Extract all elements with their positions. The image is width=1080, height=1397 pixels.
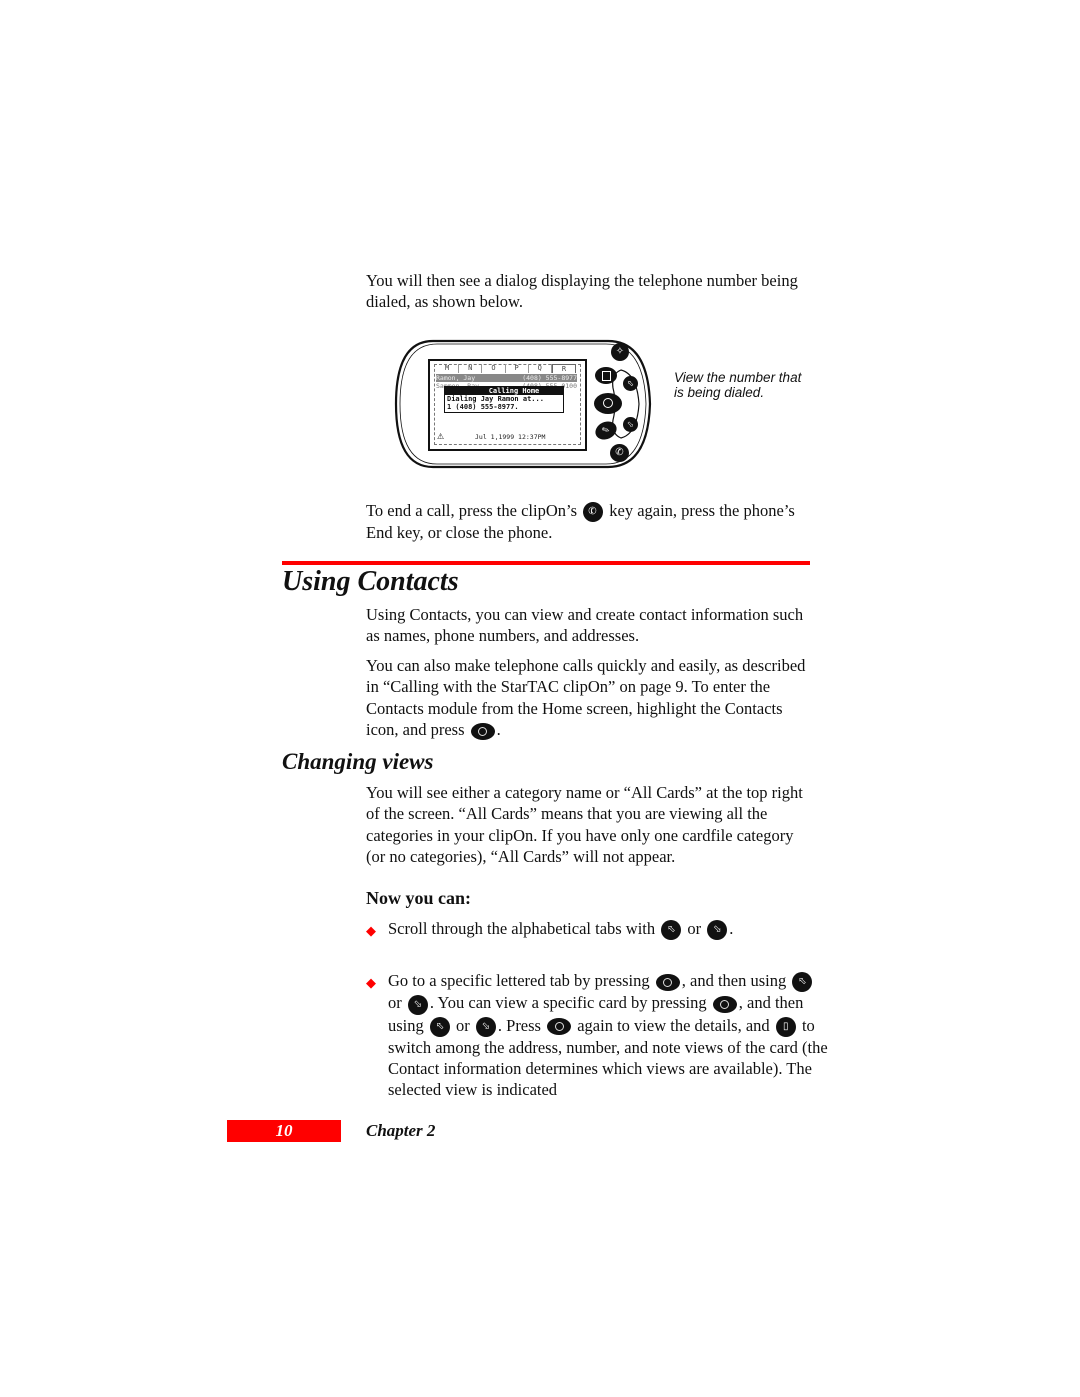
scroll-down-key-icon[interactable]: ⬂: [623, 417, 638, 432]
punctuation: .: [496, 719, 501, 739]
section-paragraph: Using Contacts, you can view and create …: [366, 605, 804, 646]
select-key-icon: [547, 1018, 572, 1036]
contact-name: Ramon, Jay: [436, 374, 476, 382]
bullet-item: ◆ Go to a specific lettered tab by press…: [366, 970, 828, 1101]
tab-letter[interactable]: M: [436, 364, 460, 373]
tab-letter[interactable]: Q: [529, 364, 552, 373]
bullet-text: .: [729, 919, 734, 938]
bullet-text: or: [388, 993, 402, 1013]
select-key-icon: [712, 996, 737, 1014]
select-key-icon[interactable]: [594, 393, 622, 414]
select-key-icon: [470, 722, 495, 740]
section-text: You can also make telephone calls quickl…: [366, 656, 806, 739]
contact-row-selected[interactable]: Ramon, Jay (408) 555-8977: [436, 374, 577, 382]
star-key-icon[interactable]: ✧: [611, 343, 629, 361]
bullet-diamond-icon: ◆: [366, 975, 376, 991]
dialog-title: Calling Home: [445, 387, 563, 395]
send-key-icon[interactable]: ✆: [610, 444, 629, 462]
section-heading: Using Contacts: [282, 566, 459, 597]
now-you-can-heading: Now you can:: [366, 888, 472, 908]
chapter-label: Chapter 2: [366, 1121, 436, 1140]
alarm-icon: ⚠: [437, 432, 445, 441]
bullet-text: again to view the details, and: [577, 1015, 770, 1035]
tab-letter[interactable]: N: [459, 364, 483, 373]
tab-letter[interactable]: O: [482, 364, 506, 373]
scroll-down-key-icon: ⬂: [475, 1016, 496, 1037]
bullet-item: ◆ Scroll through the alphabetical tabs w…: [366, 918, 828, 941]
scroll-down-key-icon: ⬂: [707, 920, 728, 941]
view-key-icon[interactable]: [595, 367, 617, 384]
alphabet-tabs: M N O P Q R: [436, 364, 577, 373]
tab-letter-active[interactable]: R: [551, 364, 577, 373]
scroll-up-key-icon: ⬁: [429, 1016, 450, 1037]
dialog-number: 1 (408) 555-8977.: [447, 403, 519, 411]
scroll-up-key-icon: ⬁: [661, 920, 682, 941]
section-paragraph: You can also make telephone calls quickl…: [366, 655, 811, 740]
bullet-text: or: [456, 1015, 470, 1035]
scroll-up-key-icon[interactable]: ⬁: [623, 376, 638, 391]
bullet-text: or: [687, 919, 702, 938]
end-call-text: To end a call, press the clipOn’s: [366, 501, 577, 520]
tab-letter[interactable]: P: [506, 364, 529, 373]
scroll-down-key-icon: ⬂: [407, 994, 428, 1015]
calling-dialog: Calling Home Dialing Jay Ramon at... 1 (…: [444, 386, 564, 413]
view-key-icon: ▯: [775, 1016, 796, 1037]
device-screen: M N O P Q R Ramon, Jay (408) 555-8977 Sa…: [428, 359, 587, 451]
page-number: 10: [227, 1120, 341, 1142]
section-divider: [282, 561, 810, 565]
figure-caption: View the number that is being dialed.: [674, 370, 802, 400]
bullet-text: Scroll through the alphabetical tabs wit…: [388, 919, 656, 938]
select-key-icon: [655, 973, 680, 991]
send-key-icon: ✆: [580, 499, 606, 526]
dialog-line: Dialing Jay Ramon at...: [447, 395, 544, 403]
bullet-text: . Press: [497, 1015, 541, 1035]
contact-number: (408) 555-8977: [522, 374, 577, 382]
status-datetime: Jul 1,1999 12:37PM: [475, 433, 546, 441]
bullet-diamond-icon: ◆: [366, 923, 376, 938]
subsection-heading: Changing views: [282, 749, 434, 774]
device-illustration: M N O P Q R Ramon, Jay (408) 555-8977 Sa…: [393, 338, 655, 470]
subsection-paragraph: You will see either a category name or “…: [366, 783, 803, 866]
scroll-up-key-icon: ⬁: [792, 972, 813, 993]
end-call-paragraph: To end a call, press the clipOn’s ✆ key …: [366, 499, 806, 544]
intro-paragraph: You will then see a dialog displaying th…: [366, 271, 798, 312]
bullet-text: Go to a specific lettered tab by pressin…: [388, 971, 650, 991]
bullet-text: , and then using: [681, 971, 787, 991]
bullet-text: . You can view a specific card by pressi…: [429, 993, 707, 1013]
